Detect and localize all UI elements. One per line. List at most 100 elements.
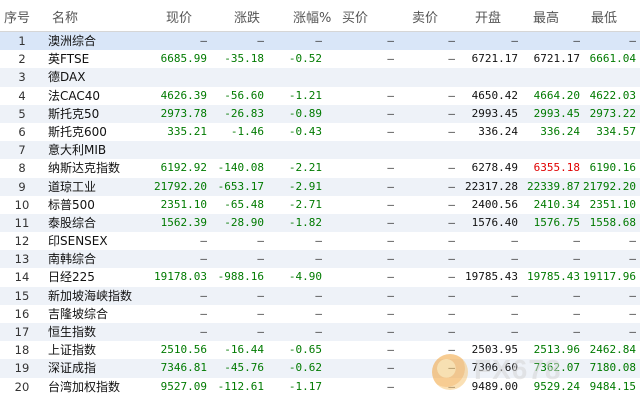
cell-bid: — (387, 270, 394, 284)
cell-pct: -0.62 (288, 361, 322, 375)
cell-low: 2351.10 (589, 197, 636, 211)
cell-price: 2351.10 (160, 197, 207, 211)
table-row[interactable]: 13 南韩综合 — — — — — — — — (0, 250, 640, 269)
table-row[interactable]: 11 泰股综合 1562.39 -28.90 -1.82 — — 1576.40 1576.75… (0, 213, 640, 233)
cell-ask: — (448, 106, 455, 120)
cell-bid: — (387, 197, 394, 211)
table-row[interactable]: 8 纳斯达克指数 6192.92 -140.08 -2.21 — — 6278.49 6355.… (0, 159, 640, 177)
cell-open: 2400.56 (471, 197, 518, 211)
row-index: 3 (18, 70, 26, 85)
cell-pct: -1.82 (288, 215, 322, 229)
cell-chg: — (257, 252, 264, 266)
header-chg[interactable]: 涨跌 (234, 7, 260, 26)
cell-pct: -2.91 (288, 179, 322, 193)
row-name: 日经225 (48, 270, 95, 285)
cell-chg: — (257, 288, 264, 302)
cell-high: 4664.20 (533, 88, 580, 102)
row-index: 5 (18, 106, 26, 121)
cell-ask: — (448, 88, 455, 102)
cell-bid: — (387, 379, 394, 393)
cell-chg: -140.08 (217, 161, 264, 175)
header-pct[interactable]: 涨幅% (293, 7, 331, 26)
table-row[interactable]: 17 恒生指数 — — — — — — — — (0, 323, 640, 342)
header-ask[interactable]: 卖价 (412, 7, 438, 26)
fx678-logo-icon (432, 354, 468, 390)
cell-bid: — (387, 343, 394, 357)
row-index: 11 (14, 215, 30, 230)
cell-price: 1562.39 (160, 215, 207, 229)
cell-low: 4622.03 (589, 88, 636, 102)
cell-open: 1576.40 (471, 215, 518, 229)
cell-chg: -65.48 (224, 197, 264, 211)
table-row[interactable]: 7 意大利MIB (0, 141, 640, 160)
cell-open: 6721.17 (471, 52, 518, 66)
cell-high: 6355.18 (533, 161, 580, 175)
row-name: 泰股综合 (48, 215, 97, 230)
row-index: 6 (18, 124, 26, 139)
cell-price: — (200, 252, 207, 266)
cell-pct: -4.90 (288, 270, 322, 284)
cell-chg: — (257, 34, 264, 47)
cell-pct: -1.17 (288, 379, 322, 393)
row-name: 吉隆坡综合 (48, 306, 109, 321)
header-no[interactable]: 序号 (4, 7, 30, 26)
cell-pct: -0.65 (288, 343, 322, 357)
header-high[interactable]: 最高 (533, 7, 559, 26)
row-index: 19 (14, 361, 30, 376)
row-index: 20 (14, 379, 30, 394)
table-row[interactable]: 12 印SENSEX — — — — — — — — (0, 232, 640, 250)
cell-price: 2510.56 (160, 343, 207, 357)
table-row[interactable]: 2 英FTSE 6685.99 -35.18 -0.52 — — 6721.17 6721.17… (0, 50, 640, 68)
cell-price: 6685.99 (160, 52, 207, 66)
cell-ask: — (448, 306, 455, 320)
cell-high: — (573, 234, 580, 248)
cell-bid: — (387, 325, 394, 338)
row-index: 8 (18, 161, 26, 176)
cell-open: — (511, 288, 518, 302)
table-row[interactable]: 5 斯托克50 2973.78 -26.83 -0.89 — — 2993.45 2993.45… (0, 104, 640, 123)
table-row[interactable]: 1 澳洲综合 — — — — — — — — (0, 32, 640, 51)
table-row[interactable]: 4 法CAC40 4626.39 -56.60 -1.21 — — 4650.42 4664.2… (0, 87, 640, 105)
cell-pct: — (315, 288, 322, 302)
table-row[interactable]: 9 道琼工业 21792.20 -653.17 -2.91 — — 22317.28 22339… (0, 177, 640, 196)
cell-pct: -0.52 (288, 52, 322, 66)
cell-pct: -2.71 (288, 197, 322, 211)
cell-price: — (200, 288, 207, 302)
cell-ask: — (448, 234, 455, 248)
cell-high: — (573, 252, 580, 266)
cell-bid: — (387, 88, 394, 102)
cell-pct: -1.21 (288, 88, 322, 102)
cell-price: 335.21 (167, 124, 207, 138)
cell-chg: -112.61 (217, 379, 264, 393)
cell-low: 1558.68 (589, 215, 636, 229)
table-row[interactable]: 10 标普500 2351.10 -65.48 -2.71 — — 2400.56 2410.3… (0, 196, 640, 214)
cell-low: 2973.22 (589, 106, 636, 120)
table-row[interactable]: 16 吉隆坡综合 — — — — — — — — (0, 305, 640, 323)
cell-price: — (200, 34, 207, 47)
header-low[interactable]: 最低 (591, 7, 617, 26)
row-name: 澳洲综合 (48, 34, 97, 48)
cell-low: 6661.04 (589, 52, 636, 66)
cell-ask: — (448, 124, 455, 138)
cell-pct: -2.21 (288, 161, 322, 175)
header-open[interactable]: 开盘 (475, 7, 501, 26)
table-row[interactable]: 15 新加坡海峡指数 — — — — — — — — (0, 286, 640, 305)
table-row[interactable]: 6 斯托克600 335.21 -1.46 -0.43 — — 336.24 336.24 334… (0, 123, 640, 141)
cell-bid: — (387, 252, 394, 266)
cell-open: — (511, 252, 518, 266)
table-row[interactable]: 14 日经225 19178.03 -988.16 -4.90 — — 19785.43 197… (0, 268, 640, 286)
row-name: 南韩综合 (48, 252, 97, 267)
cell-open: — (511, 325, 518, 338)
cell-low: 19117.96 (583, 270, 636, 284)
cell-bid: — (387, 306, 394, 320)
table-row[interactable]: 3 德DAX (0, 68, 640, 87)
cell-bid: — (387, 106, 394, 120)
header-name[interactable]: 名称 (52, 7, 78, 26)
cell-pct: -0.89 (288, 106, 322, 120)
row-name: 上证指数 (48, 343, 97, 358)
header-bid[interactable]: 买价 (342, 7, 368, 26)
cell-open: — (511, 306, 518, 320)
row-name: 纳斯达克指数 (48, 161, 121, 176)
cell-high: 2410.34 (533, 197, 580, 211)
header-price[interactable]: 现价 (166, 7, 192, 26)
